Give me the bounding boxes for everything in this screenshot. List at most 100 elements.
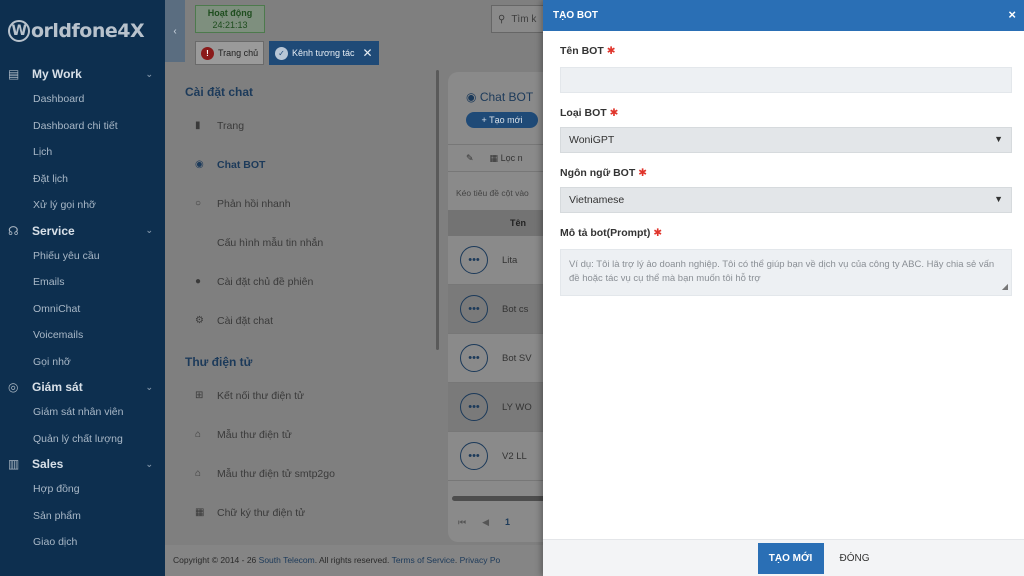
sidebar-item-dashboard-detail[interactable]: Dashboard chi tiết <box>0 113 165 140</box>
pagination: ⏮ ◀ 1 <box>458 517 510 528</box>
envelope-icon: ⌂ <box>195 468 202 479</box>
sidebar-group-monitoring[interactable]: ◎ Giám sát ⌄ <box>0 375 165 399</box>
required-asterisk-icon: ✱ <box>653 227 663 239</box>
bot-prompt-textarea[interactable]: Ví dụ: Tôi là trợ lý ảo doanh nghiệp. Tô… <box>560 249 1012 296</box>
more-options-icon[interactable]: ••• <box>460 295 488 323</box>
bot-type-label: Loại BOT ✱ <box>560 107 619 119</box>
dialog-header: TẠO BOT <box>543 0 1024 31</box>
close-icon[interactable]: × <box>1008 8 1016 22</box>
create-bot-dialog: TẠO BOT × Tên BOT ✱ Loại BOT ✱ WoniGPT ▼ N… <box>543 0 1024 576</box>
required-asterisk-icon: ✱ <box>606 45 616 57</box>
settings-item-pages[interactable]: ▮ Trang <box>165 106 440 145</box>
settings-menu: Cài đặt chat ▮ Trang ◉ Chat BOT ○ Phản hồi … <box>165 70 440 545</box>
table-row[interactable]: ••• LY WO <box>448 383 548 432</box>
page-number[interactable]: 1 <box>505 517 510 528</box>
page-icon: ▮ <box>195 120 201 131</box>
dialog-footer: TẠO MỚI ĐÓNG <box>543 539 1024 576</box>
bot-type-select[interactable]: WoniGPT ▼ <box>560 127 1012 153</box>
settings-item-message-templates[interactable]: Cấu hình mẫu tin nhắn <box>165 223 440 262</box>
create-button[interactable]: TẠO MỚI <box>757 542 824 574</box>
sidebar-item-missed-calls[interactable]: Gọi nhỡ <box>0 349 165 376</box>
tab-interaction-channels[interactable]: ✓ Kênh tương tác ✕ <box>269 41 379 65</box>
sidebar-item-appointment[interactable]: Đặt lịch <box>0 166 165 193</box>
table-row[interactable]: ••• Lita <box>448 236 548 285</box>
settings-item-email-connection[interactable]: ⊞ Kết nối thư điện tử <box>165 376 440 415</box>
sidebar-item-products[interactable]: Sản phẩm <box>0 503 165 530</box>
chevron-down-icon: ⌄ <box>145 458 153 469</box>
settings-item-session-topics[interactable]: ● Cài đặt chủ đề phiên <box>165 262 440 301</box>
sidebar-item-contracts[interactable]: Hợp đồng <box>0 476 165 503</box>
bot-icon: ◉ <box>466 90 480 104</box>
bot-icon: ◉ <box>195 159 204 170</box>
gear-icon: ⚙ <box>195 315 204 326</box>
sidebar-group-my-work[interactable]: ▤ My Work ⌄ <box>0 62 165 86</box>
sidebar-group-sales[interactable]: ▥ Sales ⌄ <box>0 452 165 476</box>
agent-status[interactable]: Hoạt động 24:21:13 <box>195 5 265 33</box>
sidebar-item-dashboard[interactable]: Dashboard <box>0 86 165 113</box>
global-search-input[interactable]: ⚲ Tìm k <box>491 5 545 33</box>
required-asterisk-icon: ✱ <box>609 107 619 119</box>
settings-item-email-templates[interactable]: ⌂ Mẫu thư điện tử <box>165 415 440 454</box>
sidebar-item-transactions[interactable]: Giao dịch <box>0 529 165 556</box>
column-header-name[interactable]: Tên <box>448 210 548 236</box>
sales-icon: ▥ <box>8 457 20 471</box>
table-row[interactable]: ••• Bot cs <box>448 285 548 334</box>
chevron-left-icon: ‹ <box>173 25 177 37</box>
more-options-icon[interactable]: ••• <box>460 442 488 470</box>
list-toolbar: ✎ ▦ Lọc n <box>448 144 548 172</box>
sidebar-group-service[interactable]: ☊ Service ⌄ <box>0 219 165 243</box>
chatbot-panel-title: ◉ Chat BOT <box>466 90 534 104</box>
settings-item-chat-settings[interactable]: ⚙ Cài đặt chat <box>165 301 440 340</box>
sidebar-item-calendar[interactable]: Lịch <box>0 139 165 166</box>
bot-name-input[interactable] <box>560 67 1012 93</box>
table-row[interactable]: ••• V2 LL <box>448 432 548 481</box>
dialog-title: TẠO BOT <box>553 10 598 21</box>
sidebar-item-missed-call-handling[interactable]: Xử lý gọi nhỡ <box>0 192 165 219</box>
sidebar-item-tickets[interactable]: Phiếu yêu cầu <box>0 243 165 270</box>
filter-field[interactable]: ▦ Lọc n <box>490 153 523 164</box>
close-tab-icon[interactable]: ✕ <box>362 46 372 60</box>
sidebar-item-agent-monitoring[interactable]: Giám sát nhân viên <box>0 399 165 426</box>
topbar: Hoạt động 24:21:13 ! Trang chủ ✓ Kênh tư… <box>185 0 545 70</box>
first-page-button[interactable]: ⏮ <box>458 517 466 528</box>
company-link[interactable]: South Telecom <box>259 555 315 565</box>
horizontal-scrollbar[interactable] <box>452 496 548 501</box>
chevron-down-icon: ⌄ <box>145 225 153 235</box>
settings-item-chatbot[interactable]: ◉ Chat BOT <box>165 145 440 184</box>
resize-handle-icon[interactable]: ◢ <box>1002 280 1008 294</box>
chat-bubble-icon: ○ <box>195 198 202 209</box>
chatbot-list-panel: ‹ ◉ Chat BOT + Tạo mới ✎ ▦ Lọc n Kéo tiê… <box>448 72 548 542</box>
sidebar-item-emails[interactable]: Emails <box>0 269 165 296</box>
section-title-email: Thư điện tử <box>185 355 253 369</box>
edit-icon[interactable]: ✎ <box>466 153 474 164</box>
settings-item-smtp2go-templates[interactable]: ⌂ Mẫu thư điện tử smtp2go <box>165 454 440 493</box>
more-options-icon[interactable]: ••• <box>460 246 488 274</box>
create-bot-button[interactable]: + Tạo mới <box>466 112 538 128</box>
terms-link[interactable]: Terms of Service <box>392 555 455 565</box>
bot-name-label: Tên BOT ✱ <box>560 45 616 57</box>
sidebar-item-voicemails[interactable]: Voicemails <box>0 322 165 349</box>
chevron-left-icon[interactable]: ‹ <box>448 100 456 114</box>
settings-item-email-signature[interactable]: ▦ Chữ ký thư điện tử <box>165 493 440 532</box>
bot-prompt-label: Mô tả bot(Prompt) ✱ <box>560 227 663 239</box>
sidebar-item-quality-management[interactable]: Quản lý chất lượng <box>0 426 165 453</box>
close-button[interactable]: ĐÓNG <box>830 543 880 574</box>
privacy-link[interactable]: Privacy Po <box>460 555 501 565</box>
calendar-icon: ▦ <box>489 152 501 163</box>
sidebar-item-omnichat[interactable]: OmniChat <box>0 296 165 323</box>
app-logo[interactable]: Worldfone4X <box>0 0 165 62</box>
chevron-down-icon: ⌄ <box>145 381 153 392</box>
settings-item-quick-replies[interactable]: ○ Phản hồi nhanh <box>165 184 440 223</box>
more-options-icon[interactable]: ••• <box>460 393 488 421</box>
tab-home[interactable]: ! Trang chủ <box>195 41 265 65</box>
prev-page-button[interactable]: ◀ <box>482 517 489 528</box>
more-options-icon[interactable]: ••• <box>460 344 488 372</box>
link-icon: ⊞ <box>195 390 204 401</box>
table-row[interactable]: ••• Bot SV <box>448 334 548 383</box>
search-icon: ⚲ <box>498 13 506 25</box>
bot-language-select[interactable]: Vietnamese ▼ <box>560 187 1012 213</box>
dropdown-arrow-icon: ▼ <box>994 134 1003 144</box>
signature-icon: ▦ <box>195 507 205 518</box>
sidebar-collapse-button[interactable]: ‹ <box>165 0 185 62</box>
settings-scrollbar[interactable] <box>436 70 439 350</box>
